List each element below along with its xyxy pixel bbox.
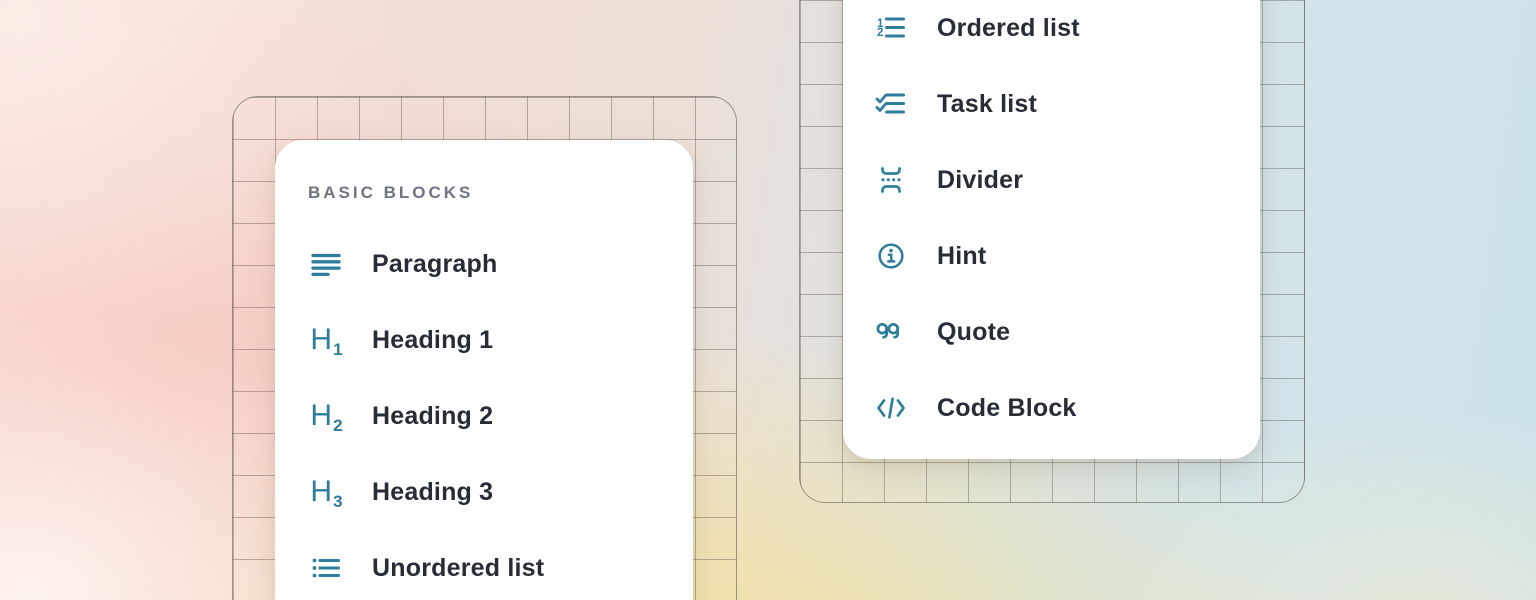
section-label: BASIC BLOCKS — [308, 176, 693, 210]
menu-item-label: Divider — [937, 166, 1023, 195]
menu-item-divider[interactable]: Divider — [873, 142, 1260, 218]
quote-icon — [873, 314, 909, 350]
menu-item-heading-1[interactable]: H1 Heading 1 — [308, 302, 693, 378]
heading-glyph: H — [310, 323, 332, 356]
menu-item-label: Heading 2 — [372, 402, 493, 431]
menu-item-label: Hint — [937, 242, 986, 271]
menu-item-label: Unordered list — [372, 554, 544, 583]
task-list-icon — [873, 86, 909, 122]
basic-blocks-menu-card: BASIC BLOCKS Paragraph H1 Heading 1 — [275, 140, 693, 600]
menu-item-label: Heading 3 — [372, 478, 493, 507]
paragraph-icon — [308, 246, 344, 282]
heading-glyph: H — [310, 475, 332, 508]
heading-glyph: H — [310, 399, 332, 432]
heading-sub: 1 — [333, 340, 342, 359]
menu-item-label: Quote — [937, 318, 1010, 347]
menu-item-label: Code Block — [937, 394, 1077, 423]
menu-item-code-block[interactable]: Code Block — [873, 370, 1260, 446]
menu-item-unordered-list[interactable]: Unordered list — [308, 530, 693, 600]
unordered-list-icon — [308, 550, 344, 586]
menu-item-label: Paragraph — [372, 250, 497, 279]
divider-icon — [873, 162, 909, 198]
svg-text:2: 2 — [877, 27, 883, 39]
menu-item-paragraph[interactable]: Paragraph — [308, 226, 693, 302]
code-block-icon — [873, 390, 909, 426]
heading-sub: 3 — [333, 492, 342, 511]
heading-2-icon: H2 — [308, 398, 344, 434]
hint-icon — [873, 238, 909, 274]
menu-item-heading-2[interactable]: H2 Heading 2 — [308, 378, 693, 454]
menu-item-task-list[interactable]: Task list — [873, 66, 1260, 142]
heading-1-icon: H1 — [308, 322, 344, 358]
ordered-list-icon: 1 2 — [873, 10, 909, 46]
heading-3-icon: H3 — [308, 474, 344, 510]
blocks-menu-card-right: 1 2 Ordered list Task list — [843, 0, 1260, 459]
menu-item-label: Ordered list — [937, 14, 1080, 43]
heading-sub: 2 — [333, 416, 342, 435]
menu-item-label: Task list — [937, 90, 1037, 119]
menu-item-quote[interactable]: Quote — [873, 294, 1260, 370]
editor-insert-menu-screenshot: BASIC BLOCKS Paragraph H1 Heading 1 — [0, 0, 1536, 600]
menu-item-hint[interactable]: Hint — [873, 218, 1260, 294]
basic-blocks-item-list: Paragraph H1 Heading 1 H2 Heading 2 H3 H… — [308, 226, 693, 600]
blocks-item-list: 1 2 Ordered list Task list — [873, 0, 1260, 446]
menu-item-ordered-list[interactable]: 1 2 Ordered list — [873, 0, 1260, 66]
menu-item-label: Heading 1 — [372, 326, 493, 355]
menu-item-heading-3[interactable]: H3 Heading 3 — [308, 454, 693, 530]
